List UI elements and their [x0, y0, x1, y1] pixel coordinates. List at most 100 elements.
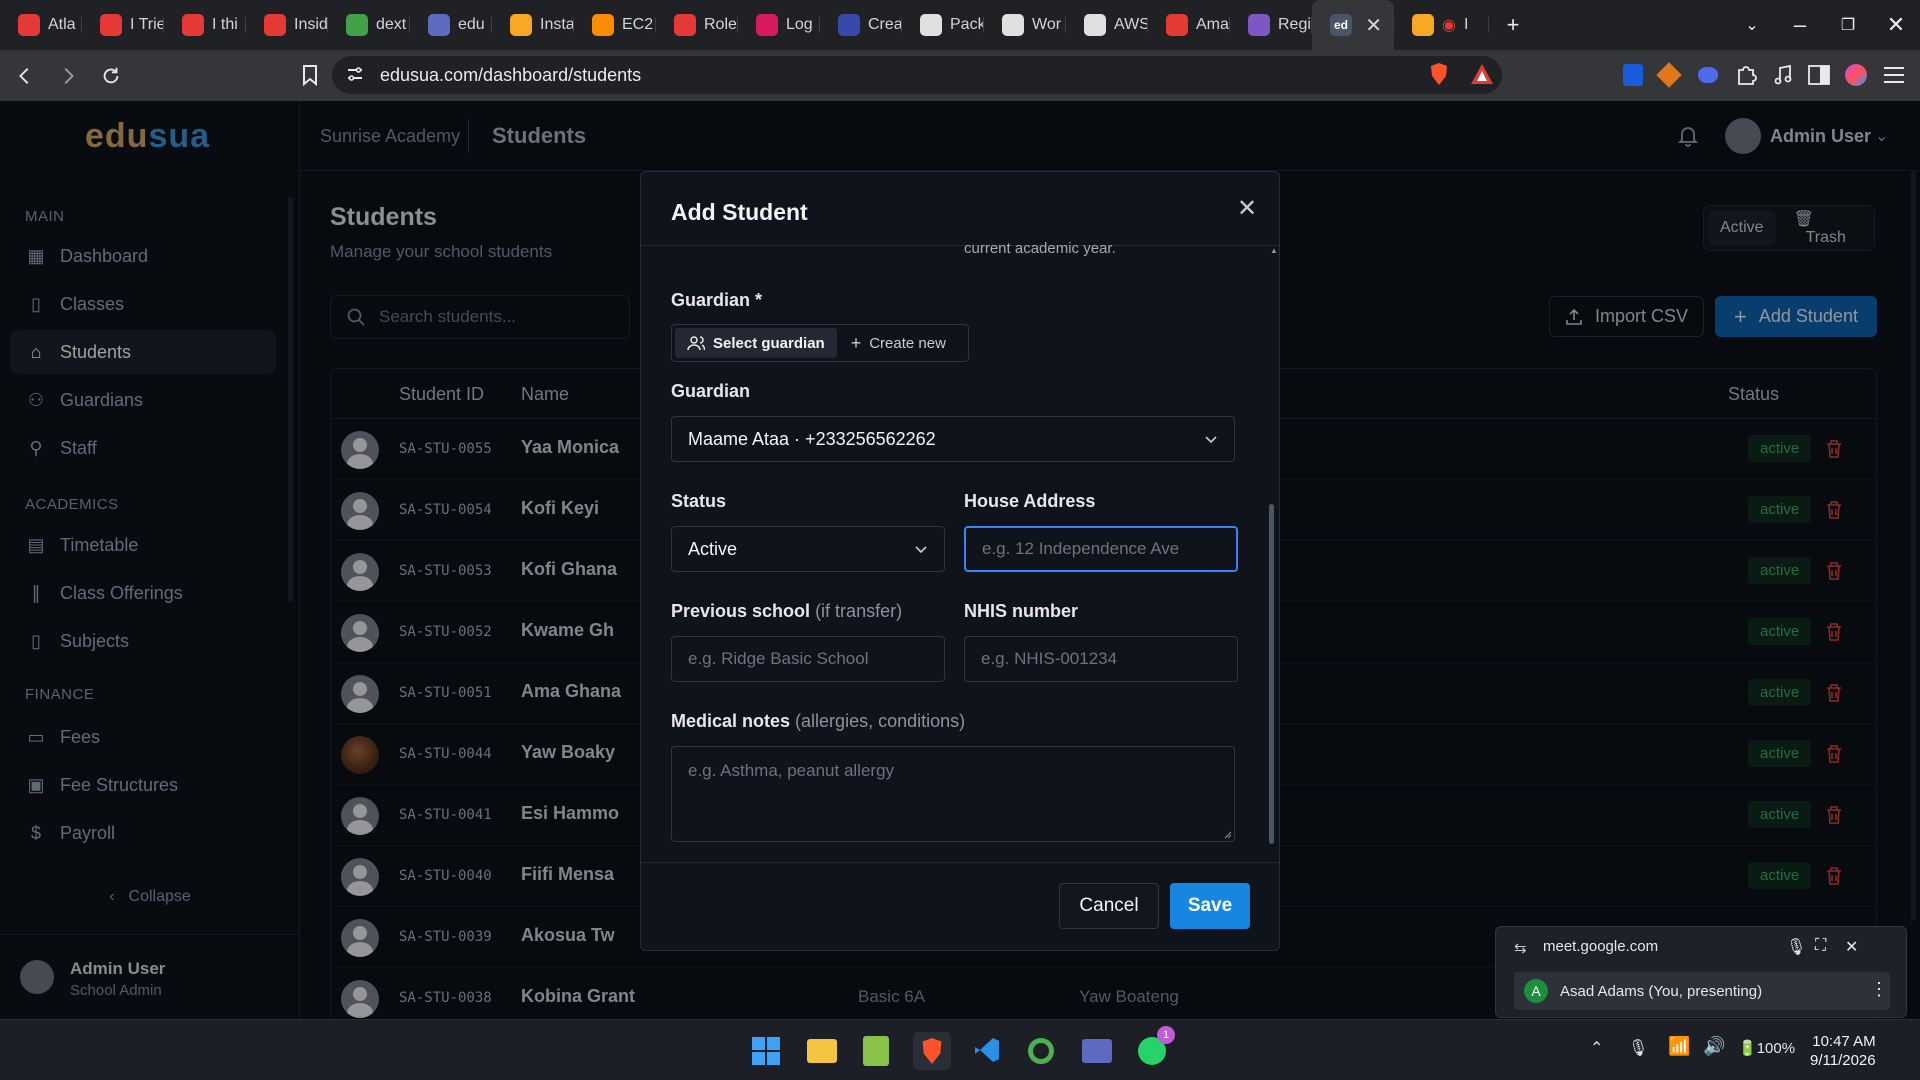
minimize-button[interactable]: – [1776, 12, 1824, 38]
sidebar-toggle-icon[interactable] [1806, 62, 1832, 88]
maximize-button[interactable]: ❐ [1824, 15, 1872, 35]
file-explorer-icon[interactable] [803, 1032, 841, 1070]
tab-0[interactable]: Atla [0, 0, 82, 50]
guardian-mode-toggle: Select guardian + Create new [671, 324, 969, 362]
bookmark-icon[interactable] [292, 57, 328, 93]
brave-shield-icon[interactable] [1428, 62, 1450, 86]
new-tab-button[interactable]: + [1489, 12, 1537, 38]
close-icon[interactable]: ✕ [1845, 937, 1858, 957]
tab-4[interactable]: dext [328, 0, 410, 50]
tab-active[interactable]: ed ✕ [1312, 0, 1394, 50]
medical-notes-textarea[interactable]: e.g. Asthma, peanut allergy [671, 746, 1235, 842]
guardian-select[interactable]: Maame Ataa · +233256562262 [671, 416, 1235, 462]
tab-meet[interactable]: ◉ I [1394, 0, 1489, 50]
previous-school-input[interactable]: e.g. Ridge Basic School [671, 636, 945, 682]
microphone-icon[interactable]: 🎙 [1628, 1038, 1648, 1058]
back-button[interactable] [7, 58, 43, 94]
tab-label: AWS [1114, 16, 1148, 33]
scroll-up-icon[interactable]: ▲ [1270, 246, 1278, 255]
tab-13[interactable]: AWS [1066, 0, 1148, 50]
tab-7[interactable]: EC2 [574, 0, 656, 50]
house-address-label: House Address [964, 491, 1096, 511]
app-ring-icon[interactable] [1022, 1032, 1060, 1070]
tab-3[interactable]: Insid [246, 0, 328, 50]
battery-indicator[interactable]: 🔋100% [1738, 1039, 1795, 1057]
pip-icon[interactable]: ⛶ [1815, 937, 1826, 955]
tab-label: I [1463, 16, 1469, 33]
tab-label: Crea [868, 16, 902, 33]
tab-10[interactable]: Crea [820, 0, 902, 50]
tab-2[interactable]: I thi [164, 0, 246, 50]
url-text: edusua.com/dashboard/students [380, 64, 642, 85]
tab-favicon-icon [920, 14, 942, 36]
tab-label: I thi [212, 16, 238, 33]
tab-favicon-icon [1084, 14, 1106, 36]
profile-avatar-icon[interactable] [1843, 62, 1869, 88]
more-options-icon[interactable]: ⋮ [1870, 979, 1888, 1000]
extension-bitwarden-icon[interactable] [1620, 62, 1646, 88]
tab-favicon-icon [182, 14, 204, 36]
modal-scrollbar[interactable]: ▲ [1269, 246, 1278, 860]
modal-header: Add Student ✕ [641, 172, 1279, 246]
tab-5[interactable]: edu [410, 0, 492, 50]
house-address-placeholder: e.g. 12 Independence Ave [982, 539, 1180, 558]
spreadsheet-app-icon[interactable] [857, 1032, 895, 1070]
resize-handle-icon[interactable] [1222, 829, 1232, 839]
select-guardian-tab[interactable]: Select guardian [675, 328, 837, 358]
previous-school-label: Previous school (if transfer) [671, 601, 902, 622]
status-select[interactable]: Active [671, 526, 945, 572]
tab-9[interactable]: Log [738, 0, 820, 50]
tray-chevron-up-icon[interactable]: ⌃ [1590, 1038, 1603, 1058]
system-clock[interactable]: 10:47 AM 9/11/2026 [1810, 1032, 1876, 1070]
house-address-input[interactable]: e.g. 12 Independence Ave [964, 526, 1238, 572]
forward-button[interactable] [50, 58, 86, 94]
wifi-icon[interactable]: 📶 [1668, 1036, 1690, 1057]
tab-12[interactable]: Wor [984, 0, 1066, 50]
tab-14[interactable]: Ama [1148, 0, 1230, 50]
extension-fox-icon[interactable] [1656, 62, 1682, 88]
create-new-tab[interactable]: + Create new [841, 333, 956, 354]
media-icon[interactable] [1770, 62, 1796, 88]
tab-search-button[interactable]: ⌄ [1728, 15, 1776, 35]
cancel-button[interactable]: Cancel [1059, 883, 1159, 929]
volume-icon[interactable]: 🔊 [1703, 1036, 1725, 1057]
extensions-puzzle-icon[interactable] [1733, 62, 1759, 88]
tab-label: dext [376, 16, 407, 33]
menu-icon[interactable] [1881, 62, 1907, 88]
nhis-input[interactable]: e.g. NHIS-001234 [964, 636, 1238, 682]
users-icon [687, 336, 705, 351]
snipping-tool-icon[interactable] [1078, 1032, 1116, 1070]
windows-start-icon[interactable] [747, 1032, 785, 1070]
guardian-select-label: Guardian [671, 381, 751, 401]
tab-11[interactable]: Pack [902, 0, 984, 50]
whatsapp-icon[interactable]: 1 [1133, 1026, 1175, 1070]
brave-browser-icon[interactable] [913, 1032, 951, 1070]
tab-15[interactable]: Regi [1230, 0, 1312, 50]
extension-cloud-icon[interactable] [1695, 62, 1721, 88]
tab-label: Regi [1278, 16, 1311, 33]
clock-date: 9/11/2026 [1810, 1052, 1876, 1069]
tab-8[interactable]: Role [656, 0, 738, 50]
tab-favicon-icon [510, 14, 532, 36]
microphone-icon[interactable]: 🎙 [1786, 937, 1806, 957]
reload-button[interactable] [93, 58, 129, 94]
add-student-modal: Add Student ✕ current academic year. ▲ G… [640, 171, 1280, 951]
notification-badge: 1 [1157, 1026, 1175, 1044]
close-window-button[interactable]: ✕ [1872, 12, 1920, 38]
save-button[interactable]: Save [1170, 883, 1250, 929]
medical-notes-label-text: Medical notes [671, 711, 791, 731]
close-tab-icon[interactable]: ✕ [1365, 13, 1382, 38]
guardian-section-label: Guardian * [671, 290, 763, 310]
tab-1[interactable]: I Trie [82, 0, 164, 50]
modal-scrollbar-thumb[interactable] [1269, 504, 1274, 844]
sharing-settings-icon[interactable]: ⇆ [1514, 939, 1527, 957]
close-icon[interactable]: ✕ [1237, 194, 1257, 223]
vscode-icon[interactable] [968, 1032, 1006, 1070]
battery-percent: 100% [1756, 1040, 1796, 1057]
tab-6[interactable]: Insta [492, 0, 574, 50]
site-settings-icon[interactable] [346, 65, 364, 83]
address-bar[interactable]: edusua.com/dashboard/students [332, 56, 1502, 94]
brave-rewards-icon[interactable] [1470, 63, 1494, 85]
tab-label: Log [786, 16, 813, 33]
presenter-row[interactable]: A Asad Adams (You, presenting) ⋮ [1514, 972, 1890, 1010]
